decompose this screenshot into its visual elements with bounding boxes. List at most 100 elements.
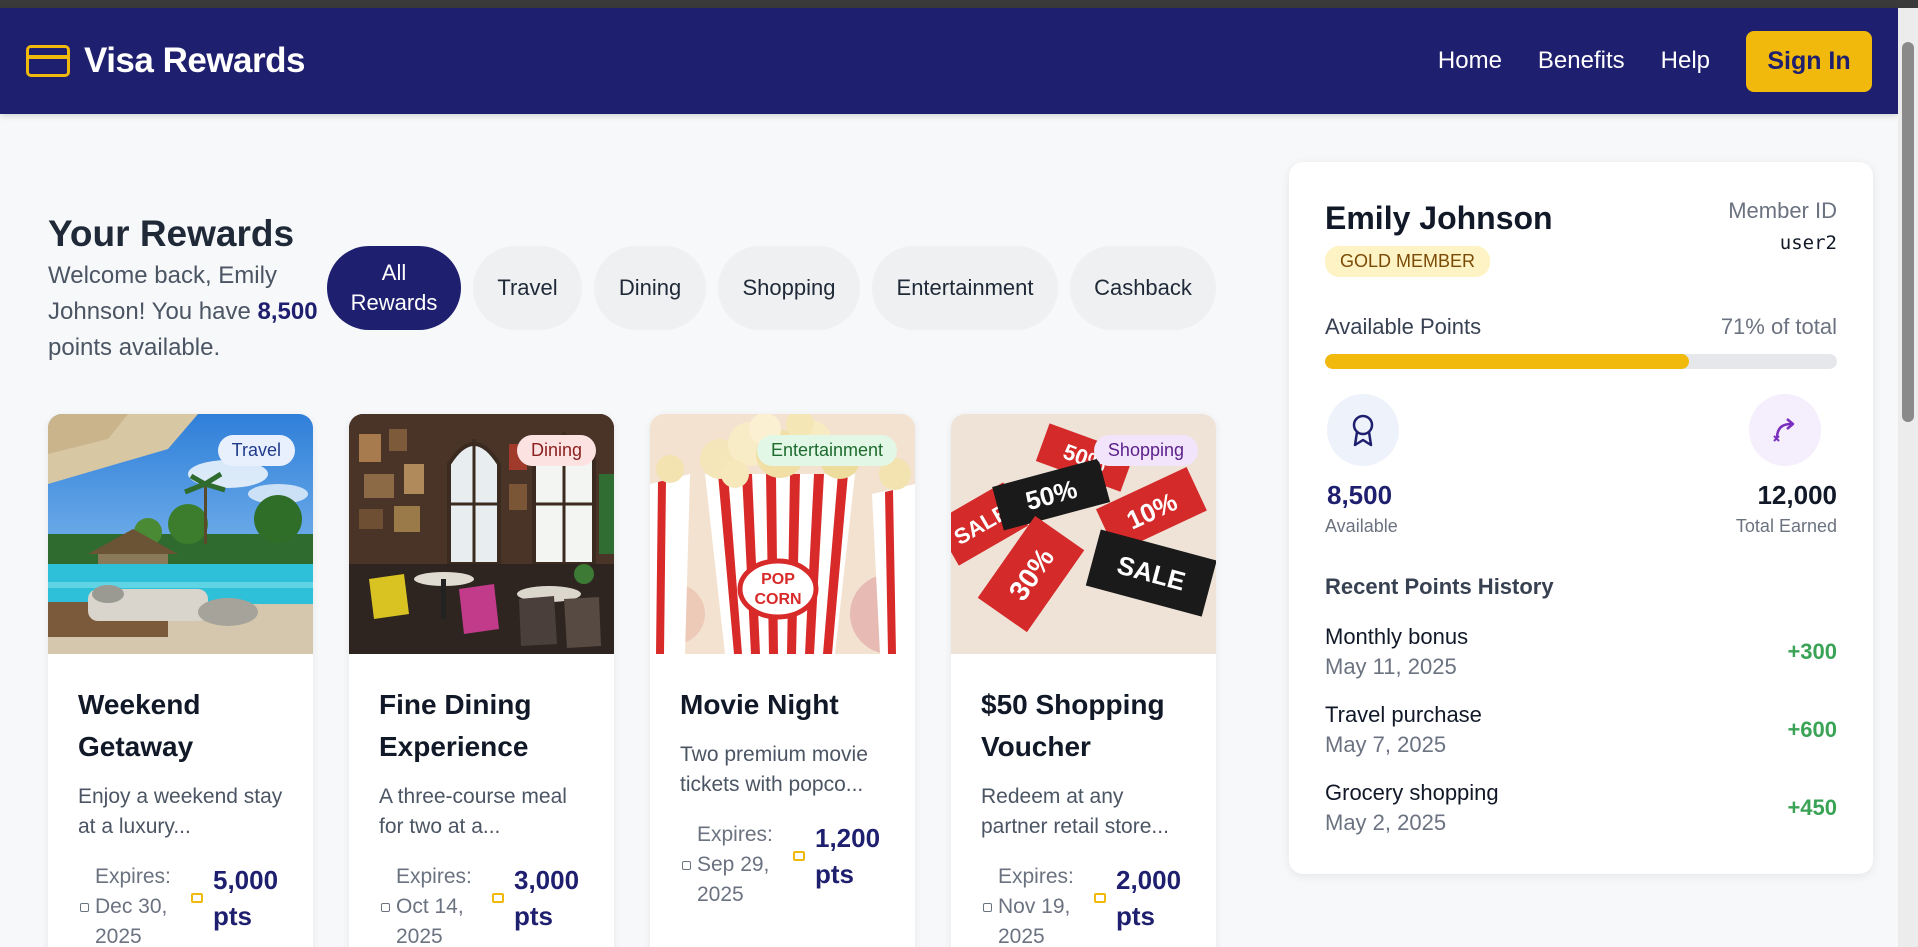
reward-points: 2,000 pts	[1094, 862, 1196, 934]
total-earned-caption: Total Earned	[1735, 516, 1837, 536]
brand[interactable]: Visa Rewards	[26, 41, 306, 81]
history-item: Travel purchase May 7, 2025 +600	[1325, 702, 1837, 772]
available-points-caption: Available	[1325, 516, 1398, 536]
brand-name: Visa Rewards	[84, 41, 306, 80]
history-description: Monthly bonus	[1325, 624, 1469, 649]
reward-title: Movie Night	[680, 689, 839, 720]
history-date: May 2, 2025	[1325, 810, 1447, 835]
reward-image-sale-tags: SALE 50% 50% 10% 30% SALE Shopping	[951, 414, 1216, 654]
earned-stat-circle	[1749, 394, 1821, 466]
points-progress-bar	[1325, 354, 1837, 369]
tag-icon	[191, 893, 203, 903]
expires-label: Expires:	[396, 865, 472, 888]
reward-expiry: Expires: Nov 19, 2025	[981, 862, 1088, 947]
expires-date: Nov 19, 2025	[998, 895, 1071, 947]
available-points-value: 8,500	[1327, 480, 1393, 510]
category-badge: Dining	[516, 435, 596, 466]
reward-expiry: Expires: Dec 30, 2025	[78, 862, 185, 947]
category-badge: Entertainment	[756, 435, 897, 466]
history-description: Grocery shopping	[1325, 780, 1499, 805]
award-ribbon-icon	[1352, 414, 1374, 447]
svg-text:CORN: CORN	[754, 591, 801, 608]
top-navbar: Visa Rewards Home Benefits Help Sign In	[0, 8, 1898, 114]
welcome-points: 8,500	[257, 298, 318, 325]
points-value: 2,000	[1116, 865, 1182, 895]
points-value: 1,200	[815, 823, 881, 853]
calendar-icon	[682, 860, 691, 870]
expires-date: Sep 29, 2025	[697, 853, 770, 906]
tag-icon	[1094, 893, 1106, 903]
tier-badge: GOLD MEMBER	[1325, 246, 1491, 277]
history-points: +600	[1787, 717, 1837, 742]
total-earned-value: 12,000	[1757, 480, 1837, 510]
filter-travel[interactable]: Travel	[473, 246, 582, 330]
history-description: Travel purchase	[1325, 702, 1482, 727]
calendar-icon	[983, 902, 992, 912]
reward-description: Enjoy a weekend stay at a luxury...	[78, 785, 283, 838]
filter-cashback[interactable]: Cashback	[1070, 246, 1216, 330]
scrollbar-thumb[interactable]	[1902, 42, 1914, 422]
welcome-prefix: Welcome back, Emily Johnson! You have	[48, 262, 277, 325]
reward-description: A three-course meal for two at a...	[379, 785, 567, 838]
points-progress-fill	[1325, 354, 1689, 369]
reward-title: $50 Shopping Voucher	[981, 689, 1165, 762]
available-points-label: Available Points	[1325, 314, 1482, 339]
category-badge: Travel	[217, 435, 295, 466]
filter-shopping[interactable]: Shopping	[718, 246, 860, 330]
reward-points: 3,000 pts	[492, 862, 594, 934]
history-points: +300	[1787, 639, 1837, 664]
expires-date: Dec 30, 2025	[95, 895, 168, 947]
rewards-grid: Travel Weekend Getaway Enjoy a weekend s…	[48, 414, 1216, 947]
history-item: Grocery shopping May 2, 2025 +450	[1325, 780, 1837, 850]
award-stat-circle	[1327, 394, 1399, 466]
welcome-message: Welcome back, Emily Johnson! You have 8,…	[48, 258, 318, 366]
filter-dining[interactable]: Dining	[594, 246, 706, 330]
sign-in-button[interactable]: Sign In	[1746, 30, 1872, 92]
reward-description: Redeem at any partner retail store...	[981, 785, 1169, 838]
page-title: Your Rewards	[48, 213, 295, 254]
reward-expiry: Expires: Sep 29, 2025	[680, 820, 787, 910]
main-nav: Home Benefits Help Sign In	[1438, 30, 1872, 92]
tag-icon	[492, 893, 504, 903]
reward-card[interactable]: POP CORN Entertainment Movie Night Two p…	[650, 414, 915, 947]
expires-date: Oct 14, 2025	[396, 895, 464, 947]
points-value: 3,000	[514, 865, 580, 895]
nav-benefits-link[interactable]: Benefits	[1538, 47, 1625, 75]
filter-entertainment[interactable]: Entertainment	[872, 246, 1058, 330]
reward-card[interactable]: Dining Fine Dining Experience A three-co…	[349, 414, 614, 947]
points-history-heading: Recent Points History	[1325, 574, 1554, 599]
member-id-value: user2	[1779, 232, 1837, 254]
nav-help-link[interactable]: Help	[1661, 47, 1710, 75]
points-unit: pts	[1116, 901, 1155, 931]
nav-home-link[interactable]: Home	[1438, 47, 1502, 75]
member-name: Emily Johnson	[1325, 200, 1553, 236]
history-date: May 7, 2025	[1325, 732, 1447, 757]
calendar-icon	[80, 902, 89, 912]
points-unit: pts	[514, 901, 553, 931]
reward-points: 5,000 pts	[191, 862, 293, 934]
reward-title: Weekend Getaway	[78, 689, 201, 762]
svg-text:POP: POP	[761, 571, 795, 588]
credit-card-icon	[26, 45, 70, 77]
reward-card[interactable]: SALE 50% 50% 10% 30% SALE Shopping $50 S…	[951, 414, 1216, 947]
category-badge: Shopping	[1093, 435, 1198, 466]
share-arrow-icon	[1773, 418, 1795, 442]
history-points: +450	[1787, 795, 1837, 820]
expires-label: Expires:	[697, 823, 773, 846]
points-unit: pts	[213, 901, 252, 931]
reward-image-resort: Travel	[48, 414, 313, 654]
page-scrollbar[interactable]	[1898, 8, 1918, 947]
reward-description: Two premium movie tickets with popco...	[680, 743, 868, 796]
filter-all-rewards[interactable]: All Rewards	[327, 246, 461, 330]
expires-label: Expires:	[998, 865, 1074, 888]
reward-expiry: Expires: Oct 14, 2025	[379, 862, 486, 947]
member-profile-panel: Emily Johnson GOLD MEMBER Member ID user…	[1289, 162, 1873, 874]
points-percent-label: 71% of total	[1720, 314, 1837, 339]
reward-image-restaurant: Dining	[349, 414, 614, 654]
browser-top-border	[0, 0, 1918, 8]
points-unit: pts	[815, 859, 854, 889]
reward-card[interactable]: Travel Weekend Getaway Enjoy a weekend s…	[48, 414, 313, 947]
reward-points: 1,200 pts	[793, 820, 895, 892]
history-date: May 11, 2025	[1325, 654, 1457, 679]
member-id-label: Member ID	[1728, 198, 1837, 223]
